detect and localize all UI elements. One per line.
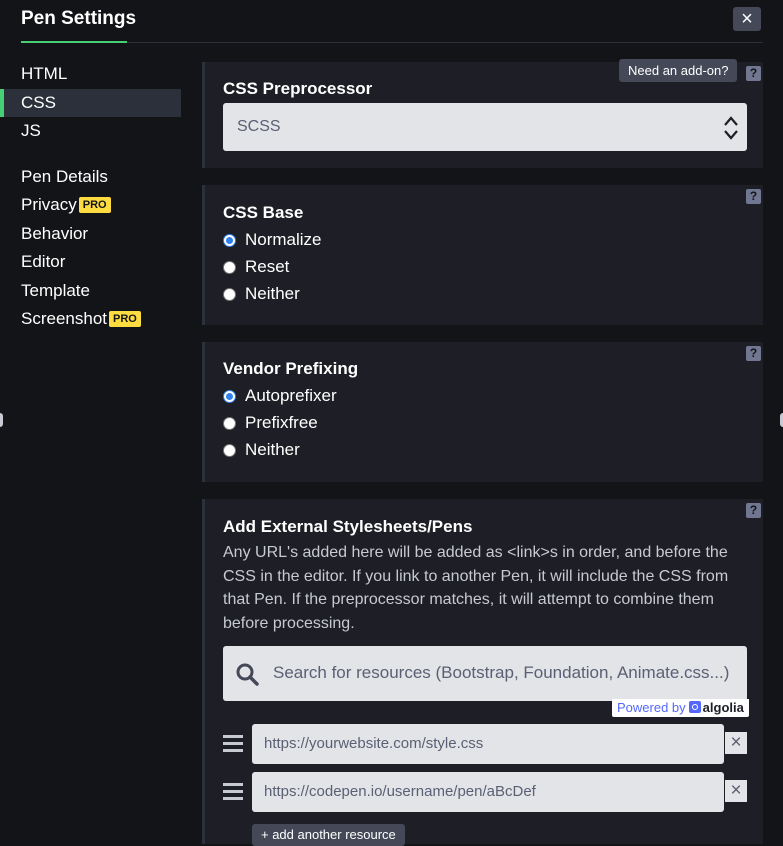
radio-button[interactable]: [223, 260, 236, 274]
resource-row: https://codepen.io/username/pen/aBcDef ×: [223, 772, 747, 812]
radio-vendor-neither[interactable]: Neither: [223, 438, 300, 462]
sidebar-item-behavior[interactable]: Behavior: [0, 220, 181, 249]
dialog-header: Pen Settings ×: [0, 0, 783, 44]
left-resize-handle[interactable]: [0, 413, 3, 427]
sidebar-item-label: Template: [21, 280, 90, 300]
vendor-prefixing-panel: ? Vendor Prefixing Autoprefixer Prefixfr…: [202, 342, 763, 482]
radio-normalize[interactable]: Normalize: [223, 228, 322, 252]
radio-button[interactable]: [223, 416, 236, 430]
css-base-panel: ? CSS Base Normalize Reset Neither: [202, 185, 763, 325]
css-base-title: CSS Base: [223, 203, 304, 222]
close-icon: ×: [741, 8, 753, 30]
need-addon-button[interactable]: Need an add-on?: [619, 59, 738, 82]
radio-button[interactable]: [223, 389, 236, 403]
external-stylesheets-title: Add External Stylesheets/Pens: [223, 517, 473, 536]
header-divider: [127, 42, 763, 43]
radio-neither[interactable]: Neither: [223, 282, 300, 306]
drag-handle-icon[interactable]: [223, 783, 245, 801]
resource-url-input[interactable]: https://yourwebsite.com/style.css: [252, 724, 724, 764]
remove-resource-button[interactable]: ×: [725, 732, 747, 754]
search-placeholder: Search for resources (Bootstrap, Foundat…: [273, 663, 730, 682]
search-icon: [236, 663, 259, 686]
radio-button[interactable]: [223, 287, 236, 301]
sidebar-item-label: CSS: [21, 92, 56, 112]
radio-autoprefixer[interactable]: Autoprefixer: [223, 384, 337, 408]
remove-resource-button[interactable]: ×: [725, 780, 747, 802]
sidebar-item-pen-details[interactable]: Pen Details: [0, 163, 181, 192]
external-stylesheets-panel: ? Add External Stylesheets/Pens Any URL'…: [202, 499, 763, 846]
powered-by-label: Powered by: [617, 700, 686, 715]
settings-sidebar: HTML CSS JS Pen Details Privacy PRO Behav…: [0, 60, 181, 334]
sidebar-item-label: Behavior: [21, 223, 89, 243]
preprocessor-title: CSS Preprocessor: [223, 79, 373, 98]
help-icon[interactable]: ?: [746, 66, 761, 81]
radio-prefixfree[interactable]: Prefixfree: [223, 411, 318, 435]
sidebar-item-label: Editor: [21, 252, 66, 271]
powered-by-algolia[interactable]: Powered by algolia: [612, 699, 749, 717]
title-underline: [21, 41, 127, 43]
radio-label: Neither: [245, 440, 300, 459]
sidebar-item-label: JS: [21, 121, 41, 140]
external-description: Any URL's added here will be added as <l…: [223, 544, 729, 632]
radio-label: Reset: [245, 257, 290, 276]
radio-button[interactable]: [223, 233, 236, 247]
preprocessor-select[interactable]: SCSS: [223, 103, 747, 151]
resource-search-input[interactable]: Search for resources (Bootstrap, Foundat…: [223, 646, 747, 701]
close-button[interactable]: ×: [733, 7, 761, 31]
add-resource-button[interactable]: + add another resource: [252, 824, 405, 846]
sidebar-item-label: Privacy: [21, 195, 77, 214]
sidebar-item-screenshot[interactable]: Screenshot PRO: [0, 305, 181, 334]
drag-handle-icon[interactable]: [223, 735, 245, 753]
preprocessor-selected-value: SCSS: [237, 118, 281, 135]
sidebar-item-html[interactable]: HTML: [0, 60, 181, 89]
sidebar-item-css[interactable]: CSS: [0, 88, 181, 117]
sidebar-item-js[interactable]: JS: [0, 117, 181, 146]
vendor-prefixing-title: Vendor Prefixing: [223, 359, 359, 378]
sidebar-item-label: HTML: [21, 64, 68, 83]
radio-label: Neither: [245, 284, 300, 303]
radio-label: Normalize: [245, 230, 322, 249]
help-icon[interactable]: ?: [746, 503, 761, 518]
radio-label: Autoprefixer: [245, 386, 337, 405]
resource-url-input[interactable]: https://codepen.io/username/pen/aBcDef: [252, 772, 724, 812]
sidebar-item-label: Pen Details: [21, 166, 108, 186]
radio-reset[interactable]: Reset: [223, 255, 289, 279]
algolia-icon: [688, 701, 701, 713]
sidebar-item-template[interactable]: Template: [0, 277, 181, 306]
sidebar-item-editor[interactable]: Editor: [0, 248, 181, 277]
sidebar-item-label: Screenshot: [21, 309, 107, 328]
pro-badge: PRO: [78, 197, 111, 213]
radio-button[interactable]: [223, 443, 236, 457]
dialog-title: Pen Settings: [21, 8, 137, 29]
help-icon[interactable]: ?: [746, 189, 761, 204]
sidebar-item-privacy[interactable]: Privacy PRO: [0, 191, 181, 220]
algolia-brand: algolia: [702, 700, 744, 715]
help-icon[interactable]: ?: [746, 346, 761, 361]
radio-label: Prefixfree: [245, 413, 318, 432]
pro-badge: PRO: [109, 311, 141, 327]
preprocessor-panel: Need an add-on? ? CSS Preprocessor SCSS: [202, 59, 763, 168]
resource-row: https://yourwebsite.com/style.css ×: [223, 724, 747, 764]
select-arrows-icon: [724, 116, 738, 140]
